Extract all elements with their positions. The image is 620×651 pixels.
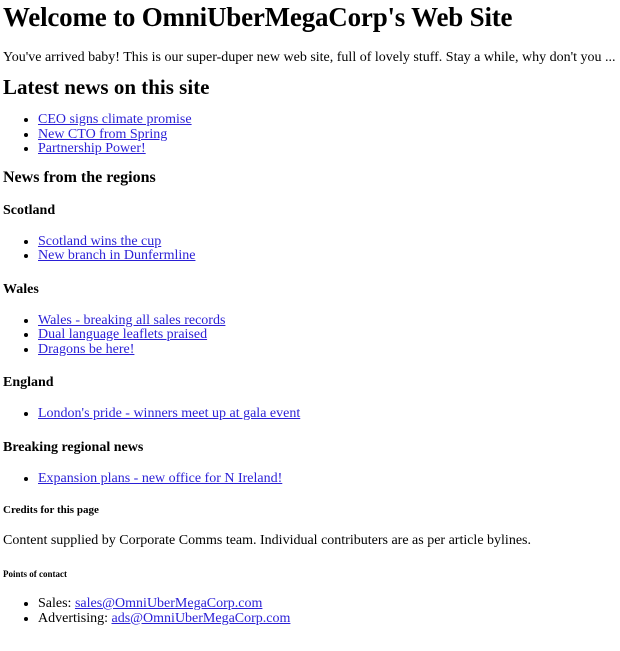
list-item: Scotland wins the cup (38, 234, 620, 250)
news-link-expansion[interactable]: Expansion plans - new office for N Irela… (38, 471, 282, 486)
wales-heading: Wales (3, 281, 39, 297)
contact-list: Sales: sales@OmniUberMegaCorp.com Advert… (3, 596, 620, 627)
news-link-scotland-cup[interactable]: Scotland wins the cup (38, 234, 161, 249)
list-item: New branch in Dunfermline (38, 248, 620, 264)
regions-heading: News from the regions (3, 168, 156, 186)
breaking-news-heading: Breaking regional news (3, 439, 144, 455)
latest-news-heading: Latest news on this site (3, 75, 210, 99)
news-link-new-cto[interactable]: New CTO from Spring (38, 127, 167, 142)
news-link-wales-sales[interactable]: Wales - breaking all sales records (38, 313, 225, 328)
england-heading: England (3, 375, 54, 390)
page-content: Welcome to OmniUberMegaCorp's Web Site Y… (0, 1, 620, 626)
latest-news-list: CEO signs climate promise New CTO from S… (3, 112, 620, 157)
news-link-partnership[interactable]: Partnership Power! (38, 141, 146, 156)
list-item: Expansion plans - new office for N Irela… (38, 471, 620, 487)
breaking-news-list: Expansion plans - new office for N Irela… (3, 471, 620, 487)
list-item: Wales - breaking all sales records (38, 313, 620, 329)
credits-heading: Credits for this page (3, 504, 99, 516)
list-item: Dual language leaflets praised (38, 327, 620, 343)
ads-email-link[interactable]: ads@OmniUberMegaCorp.com (112, 611, 291, 626)
england-news-list: London's pride - winners meet up at gala… (3, 406, 620, 422)
list-item: Dragons be here! (38, 342, 620, 358)
news-link-ceo-climate[interactable]: CEO signs climate promise (38, 112, 192, 127)
scotland-heading: Scotland (3, 202, 56, 218)
news-link-dual-language[interactable]: Dual language leaflets praised (38, 327, 207, 342)
news-link-dunfermline[interactable]: New branch in Dunfermline (38, 248, 195, 263)
scotland-news-list: Scotland wins the cup New branch in Dunf… (3, 234, 620, 264)
list-item: Advertising: ads@OmniUberMegaCorp.com (38, 610, 620, 627)
credits-text: Content supplied by Corporate Comms team… (3, 533, 531, 548)
news-link-london-pride[interactable]: London's pride - winners meet up at gala… (38, 406, 300, 421)
contact-heading: Points of contact (3, 569, 67, 579)
list-item: Partnership Power! (38, 141, 620, 157)
contact-label-advertising: Advertising: (38, 610, 112, 626)
sales-email-link[interactable]: sales@OmniUberMegaCorp.com (75, 596, 262, 611)
list-item: CEO signs climate promise (38, 112, 620, 128)
list-item: New CTO from Spring (38, 127, 620, 143)
wales-news-list: Wales - breaking all sales records Dual … (3, 313, 620, 358)
intro-paragraph: You've arrived baby! This is our super-d… (3, 50, 616, 65)
news-link-dragons[interactable]: Dragons be here! (38, 342, 134, 357)
list-item: Sales: sales@OmniUberMegaCorp.com (38, 596, 620, 612)
page-title: Welcome to OmniUberMegaCorp's Web Site (3, 2, 513, 32)
contact-label-sales: Sales: (38, 596, 75, 611)
list-item: London's pride - winners meet up at gala… (38, 406, 620, 422)
